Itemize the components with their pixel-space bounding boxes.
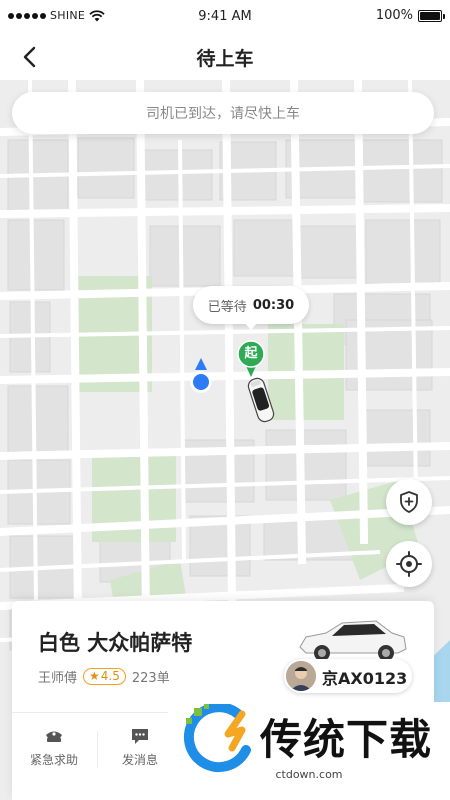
- order-count: 223单: [131, 671, 170, 686]
- police-icon: [46, 731, 62, 742]
- driver-info: 王师傅 ★ 4.5 223单: [38, 667, 170, 686]
- chevron-left-icon: [23, 46, 36, 68]
- driver-name: 王师傅: [38, 671, 78, 686]
- safety-shield-button[interactable]: [386, 479, 432, 525]
- send-message-label: 发消息: [121, 753, 158, 767]
- status-bar: SHINE 9:41 AM 100%: [0, 0, 450, 34]
- nav-header: 待上车: [0, 34, 450, 80]
- car-model: 白色 大众帕萨特: [38, 631, 193, 655]
- driver-rating: ★ 4.5: [83, 668, 126, 685]
- page-title: 待上车: [196, 48, 254, 70]
- car-marker: [246, 374, 276, 426]
- watermark-url: ctdown.com: [275, 768, 343, 781]
- message-icon: [132, 729, 148, 744]
- battery-icon: [418, 9, 445, 22]
- watermark-logo: [183, 704, 251, 773]
- pickup-label: 起: [244, 346, 258, 361]
- location-arrow-icon: [190, 358, 212, 393]
- pickup-marker[interactable]: 起: [236, 340, 266, 378]
- star-icon: ★: [89, 669, 100, 683]
- emergency-help-label: 紧急求助: [29, 753, 78, 767]
- user-location-marker: [186, 356, 216, 396]
- wait-timer-bubble: 已等待 00:30: [193, 286, 309, 330]
- plate-badge: 京AX0123: [284, 659, 412, 693]
- locate-me-button[interactable]: [386, 541, 432, 587]
- driver-avatar: [286, 661, 316, 691]
- back-button[interactable]: [14, 42, 44, 72]
- watermark-text: 传统下载: [260, 715, 433, 764]
- car-top-icon: [247, 377, 275, 423]
- crosshair-icon: [396, 551, 422, 577]
- wait-label: 已等待: [207, 299, 247, 315]
- rating-value: 4.5: [100, 669, 120, 683]
- driver-avatar-icon: [286, 661, 316, 691]
- battery-percent: 100%: [375, 8, 413, 23]
- emergency-help-button[interactable]: 紧急求助: [12, 725, 96, 775]
- wait-time: 00:30: [252, 297, 295, 313]
- watermark: 传统下载 ctdown.com: [168, 702, 450, 800]
- plate-number: 京AX0123: [322, 669, 408, 688]
- status-right: 100%: [375, 8, 445, 23]
- shield-plus-icon: [400, 491, 418, 513]
- arrival-notice: 司机已到达，请尽快上车: [12, 92, 434, 134]
